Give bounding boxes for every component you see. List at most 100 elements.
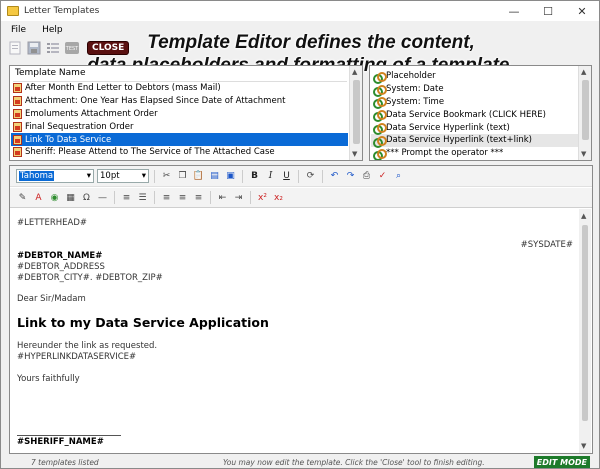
template-row[interactable]: After Month End Letter to Debtors (mass … (11, 82, 348, 95)
scroll-up-icon[interactable]: ▲ (581, 212, 586, 220)
template-name: Attachment: One Year Has Elapsed Since D… (25, 96, 286, 107)
new-icon[interactable] (7, 40, 23, 56)
save-icon[interactable] (26, 40, 42, 56)
sheriff-name-placeholder: #SHERIFF_NAME# (17, 437, 104, 447)
placeholder-row[interactable]: System: Time (371, 96, 579, 110)
insert-field-icon[interactable]: ▣ (224, 170, 237, 183)
editor-scrollbar[interactable]: ▲ ▼ (579, 209, 591, 453)
link-icon (373, 123, 387, 136)
document-icon (13, 108, 22, 119)
outdent-icon[interactable]: ⇤ (216, 191, 229, 204)
scroll-thumb[interactable] (582, 80, 589, 140)
insert-table-icon[interactable]: ▦ (64, 191, 77, 204)
placeholder-label: System: Date (386, 84, 444, 95)
italic-button[interactable]: I (264, 170, 277, 183)
body-text: Hereunder the link as requested. (17, 341, 158, 351)
placeholder-row[interactable]: Data Service Bookmark (CLICK HERE) (371, 108, 579, 123)
link-icon (373, 97, 387, 110)
close-button[interactable]: CLOSE (87, 41, 130, 55)
maximize-button[interactable]: ☐ (531, 1, 565, 21)
list-icon[interactable] (45, 40, 61, 56)
font-size-select[interactable]: 10pt ▾ (97, 169, 149, 183)
template-name-header[interactable]: Template Name (13, 68, 347, 82)
align-center-icon[interactable]: ≡ (176, 191, 189, 204)
placeholder-row[interactable]: Data Service Hyperlink (text) (371, 121, 579, 136)
superscript-icon[interactable]: x² (256, 191, 269, 204)
scroll-thumb[interactable] (353, 80, 360, 144)
format-toolbar-top: Tahoma ▾ 10pt ▾ ✂ ❐ 📋 ▤ ▣ B I U ⟳ ↶ ↷ ⎙ … (10, 166, 592, 187)
placeholder-list-panel: Placeholder System: Date System: Time Da… (369, 65, 592, 161)
template-list-panel: Template Name After Month End Letter to … (9, 65, 363, 161)
template-row[interactable]: Emoluments Attachment Order (11, 108, 348, 121)
link-icon (373, 84, 387, 97)
minimize-button[interactable]: — (497, 1, 531, 21)
special-character-icon[interactable]: Ω (80, 191, 93, 204)
bullet-list-icon[interactable]: ☰ (136, 191, 149, 204)
document-icon (13, 147, 22, 158)
align-right-icon[interactable]: ≡ (192, 191, 205, 204)
template-row-selected[interactable]: Link To Data Service (11, 133, 348, 146)
indent-icon[interactable]: ⇥ (232, 191, 245, 204)
status-message: You may now edit the template. Click the… (223, 458, 485, 467)
copy-icon[interactable]: ❐ (176, 170, 189, 183)
close-window-button[interactable]: ✕ (565, 1, 599, 21)
svg-text:TEST: TEST (65, 46, 79, 52)
scroll-down-icon[interactable]: ▼ (352, 150, 357, 158)
redo-icon[interactable]: ↷ (344, 170, 357, 183)
letter-heading: Link to my Data Service Application (17, 315, 269, 330)
refresh-icon[interactable]: ⟳ (304, 170, 317, 183)
signature-line (17, 435, 121, 436)
spellcheck-icon[interactable]: ✓ (376, 170, 389, 183)
subscript-icon[interactable]: x₂ (272, 191, 285, 204)
numbered-list-icon[interactable]: ≡ (120, 191, 133, 204)
closing: Yours faithfully (17, 374, 80, 384)
highlighter-icon[interactable]: ✎ (16, 191, 29, 204)
document-icon (13, 96, 22, 107)
undo-icon[interactable]: ↶ (328, 170, 341, 183)
print-icon[interactable]: ⎙ (360, 170, 373, 183)
font-family-select[interactable]: Tahoma ▾ (16, 169, 94, 183)
scroll-up-icon[interactable]: ▲ (352, 68, 357, 76)
debtor-address-placeholder: #DEBTOR_ADDRESS (17, 262, 105, 272)
chevron-down-icon: ▾ (86, 171, 91, 181)
placeholder-list-scrollbar[interactable]: ▲ ▼ (578, 66, 591, 160)
document-icon (13, 83, 22, 94)
scroll-thumb[interactable] (582, 225, 588, 421)
paste-icon[interactable]: 📋 (192, 170, 205, 183)
font-color-icon[interactable]: A (32, 191, 45, 204)
format-painter-icon[interactable]: ▤ (208, 170, 221, 183)
template-name: After Month End Letter to Debtors (mass … (25, 83, 221, 94)
link-icon (373, 71, 387, 84)
scroll-up-icon[interactable]: ▲ (581, 68, 586, 76)
scroll-down-icon[interactable]: ▼ (581, 442, 586, 450)
menu-file[interactable]: File (5, 25, 32, 35)
bold-button[interactable]: B (248, 170, 261, 183)
placeholder-label: Data Service Hyperlink (text+link) (386, 135, 532, 146)
test-icon[interactable]: TEST (64, 40, 80, 56)
placeholder-label: Data Service Hyperlink (text) (386, 122, 510, 133)
cut-icon[interactable]: ✂ (160, 170, 173, 183)
debtor-name-placeholder: #DEBTOR_NAME# (17, 251, 103, 261)
document-body[interactable]: #LETTERHEAD# #SYSDATE# #DEBTOR_NAME# #DE… (11, 209, 579, 453)
placeholder-row[interactable]: Placeholder (371, 70, 579, 84)
template-editor: Tahoma ▾ 10pt ▾ ✂ ❐ 📋 ▤ ▣ B I U ⟳ ↶ ↷ ⎙ … (9, 165, 593, 454)
scroll-down-icon[interactable]: ▼ (581, 150, 586, 158)
sysdate-placeholder: #SYSDATE# (520, 240, 573, 250)
placeholder-row[interactable]: System: Date (371, 83, 579, 97)
find-icon[interactable]: ⌕ (392, 170, 405, 183)
menu-help[interactable]: Help (36, 25, 69, 35)
align-left-icon[interactable]: ≡ (160, 191, 173, 204)
letterhead-placeholder: #LETTERHEAD# (17, 218, 87, 228)
template-row[interactable]: Sheriff: Please Attend to The Service of… (11, 146, 348, 159)
window-title: Letter Templates (24, 6, 100, 16)
insert-image-icon[interactable]: ◉ (48, 191, 61, 204)
template-name: Emoluments Attachment Order (25, 108, 158, 119)
template-row[interactable]: Final Sequestration Order (11, 120, 348, 133)
underline-button[interactable]: U (280, 170, 293, 183)
template-row[interactable]: Attachment: One Year Has Elapsed Since D… (11, 95, 348, 108)
link-icon (373, 148, 387, 160)
horizontal-rule-icon[interactable]: — (96, 191, 109, 204)
placeholder-row[interactable]: *** Prompt the operator *** (371, 147, 579, 160)
template-list-scrollbar[interactable]: ▲ ▼ (349, 66, 362, 160)
placeholder-row-highlighted[interactable]: Data Service Hyperlink (text+link) (371, 133, 579, 148)
